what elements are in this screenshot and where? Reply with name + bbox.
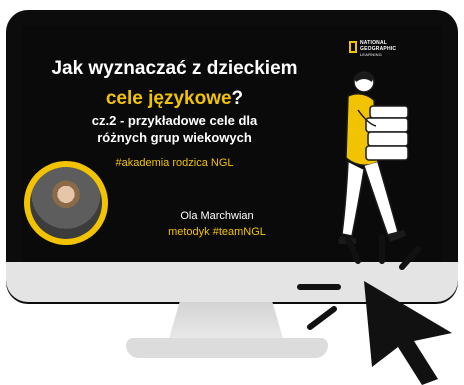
mouse-cursor-icon (297, 235, 452, 385)
title-highlight: cele językowe (105, 88, 232, 109)
presenter-role: metodyk #teamNGL (168, 226, 266, 238)
slide-title-line2: cele językowe? (22, 88, 327, 110)
person-carrying-boxes-illustration (338, 71, 409, 244)
presenter-photo (30, 167, 102, 239)
logo-text-line3: LEARNING (360, 52, 383, 57)
national-geographic-learning-logo: NATIONAL GEOGRAPHIC LEARNING (349, 40, 409, 62)
slide-subtitle-line1: cz.2 - przykładowe cele dla (91, 113, 258, 128)
presenter-name: Ola Marchwian (180, 210, 254, 222)
monitor-stand-neck (168, 302, 284, 342)
title-question-mark: ? (231, 88, 244, 109)
webinar-slide[interactable]: NATIONAL GEOGRAPHIC LEARNING Jak wyznacz… (22, 26, 442, 262)
slide-title-line1: Jak wyznaczać z dzieckiem (51, 58, 298, 79)
yellow-border-logo-mark (349, 41, 357, 53)
slide-subtitle-line2: różnych grup wiekowych (97, 130, 252, 145)
